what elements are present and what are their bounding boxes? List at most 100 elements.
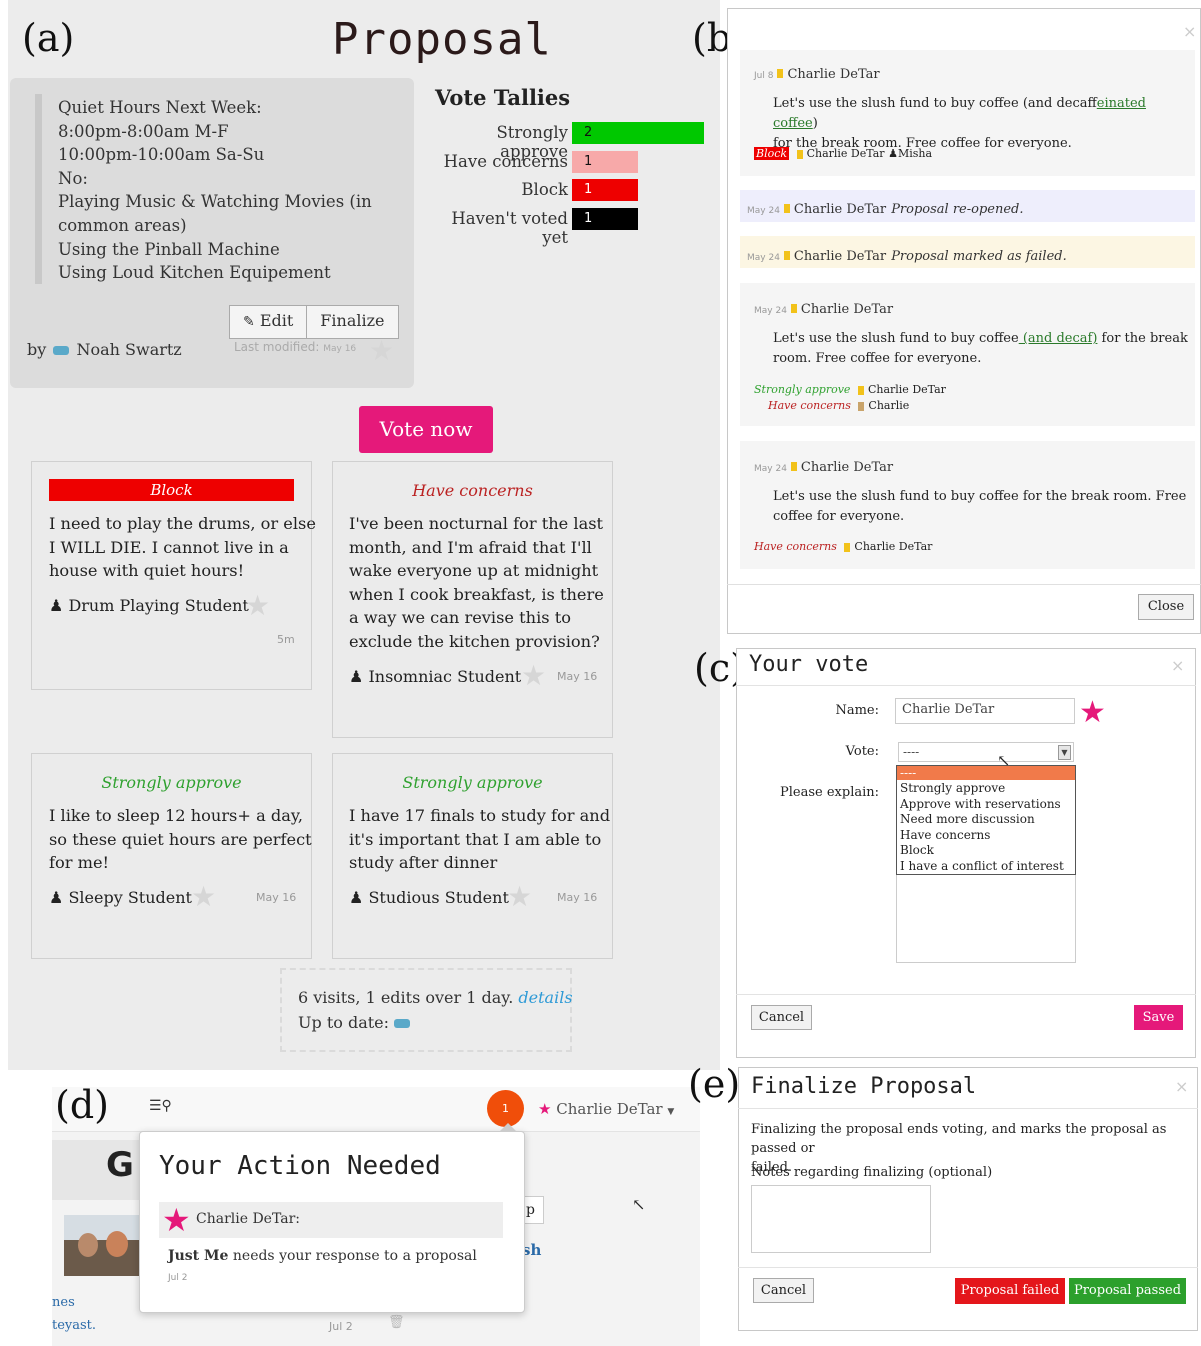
proposal-failed-button[interactable]: Proposal failed <box>955 1278 1065 1304</box>
vote-now-button[interactable]: Vote now <box>359 406 493 453</box>
author-name[interactable]: Noah Swartz <box>76 340 181 359</box>
card-line: a way we can revise this to <box>349 608 571 627</box>
chevron-down-icon: ▼ <box>1058 745 1071 760</box>
tally-bar: 2 <box>572 122 704 144</box>
vote-badge-block: Block <box>754 147 790 160</box>
star-icon[interactable]: ★ <box>245 592 270 620</box>
history-entry-header: May 24 Charlie DeTar <box>754 456 893 475</box>
stance-label-approve: Strongly approve <box>402 773 543 792</box>
name-label: Name: <box>835 703 879 718</box>
proposal-passed-button[interactable]: Proposal passed <box>1069 1278 1186 1304</box>
action-item-text[interactable]: Just Me needs your response to a proposa… <box>168 1248 477 1264</box>
card-text: I have 17 finals to study for and it's i… <box>349 804 610 875</box>
history-entry-text: Let's use the slush fund to buy coffee (… <box>773 94 1188 154</box>
figure-label-d: (d) <box>55 1083 109 1127</box>
explain-textarea[interactable] <box>896 875 1076 963</box>
cancel-button[interactable]: Cancel <box>753 1278 814 1303</box>
group-photo <box>64 1215 142 1276</box>
star-icon[interactable]: ★ <box>507 883 532 911</box>
avatar-icon <box>790 462 797 471</box>
action-item-message: needs your response to a proposal <box>228 1248 477 1264</box>
voter-name[interactable]: Charlie DeTar <box>868 383 946 396</box>
card-time: May 16 <box>256 891 297 904</box>
notes-textarea[interactable] <box>751 1185 931 1253</box>
entry-date: Jul 8 <box>754 71 774 81</box>
figure-label-e: (e) <box>688 1062 741 1106</box>
notes-label: Notes regarding finalizing (optional) <box>751 1165 993 1180</box>
proposal-line: 10:00pm-10:00am Sa-Su <box>58 145 265 165</box>
popover-arrow <box>499 1123 517 1132</box>
entry-user[interactable]: Charlie DeTar <box>801 302 893 317</box>
vote-option[interactable]: Strongly approve <box>897 781 1075 796</box>
voter-name[interactable]: Charlie DeTar <box>854 540 932 553</box>
star-icon[interactable]: ★ <box>521 662 546 690</box>
by-label: by <box>27 340 47 359</box>
card-line: month, and I'm afraid that I'll <box>349 537 592 557</box>
card-line: house with quiet hours! <box>49 561 245 580</box>
vote-option[interactable]: I have a conflict of interest <box>897 859 1075 874</box>
modal-footer-divider <box>738 1267 1198 1268</box>
card-author-name[interactable]: Insomniac Student <box>368 667 521 686</box>
bg-link[interactable]: teyast. <box>52 1318 96 1333</box>
stance-badge-block: Block <box>49 479 294 501</box>
user-menu[interactable]: ★ Charlie DeTar ▼ <box>538 1100 674 1118</box>
entry-date: May 24 <box>754 464 787 474</box>
entry-text: ) <box>812 116 818 131</box>
edit-button[interactable]: ✎ Edit <box>230 306 306 338</box>
card-line: for me! <box>49 853 110 872</box>
entry-line: Let's use the slush fund to buy coffee (… <box>773 329 1188 349</box>
voter-name[interactable]: Misha <box>898 147 932 160</box>
card-line: I WILL DIE. I cannot live in a <box>49 537 289 557</box>
bg-date: Jul 2 <box>329 1320 353 1333</box>
trash-icon[interactable]: 🗑 <box>388 1315 405 1330</box>
card-time: May 16 <box>557 670 598 683</box>
close-icon[interactable]: × <box>1171 656 1184 675</box>
vote-option[interactable]: Have concerns <box>897 828 1075 843</box>
card-text: I need to play the drums, or else I WILL… <box>49 512 316 583</box>
card-author-name[interactable]: Drum Playing Student <box>68 596 248 615</box>
vote-option[interactable]: Block <box>897 843 1075 858</box>
vote-select[interactable]: ---- ▼ <box>898 742 1074 762</box>
history-entry-header: May 24 Charlie DeTar <box>754 298 893 317</box>
entry-user[interactable]: Charlie DeTar <box>787 67 879 82</box>
tally-bar: 1 <box>572 150 638 173</box>
close-button[interactable]: Close <box>1138 594 1194 620</box>
proposal-line: Playing Music & Watching Movies (in <box>58 192 372 212</box>
user-icon: ♟ <box>349 667 364 686</box>
star-icon[interactable]: ★ <box>191 883 216 911</box>
entry-user[interactable]: Charlie DeTar <box>794 202 886 217</box>
save-button[interactable]: Save <box>1134 1005 1183 1030</box>
star-icon[interactable]: ★ <box>369 337 394 365</box>
cancel-button[interactable]: Cancel <box>751 1005 812 1030</box>
card-line: I have 17 finals to study for and <box>349 806 611 825</box>
action-needed-title: Your Action Needed <box>159 1151 441 1181</box>
voter-name[interactable]: Charlie <box>868 399 909 412</box>
close-icon[interactable]: × <box>1183 22 1196 41</box>
card-author-name[interactable]: Sleepy Student <box>68 888 192 907</box>
name-field[interactable]: Charlie DeTar <box>895 698 1075 724</box>
up-to-date: Up to date: <box>298 1013 411 1032</box>
entry-user[interactable]: Charlie DeTar <box>794 249 886 264</box>
caret-down-icon: ▼ <box>667 1107 675 1117</box>
close-icon[interactable]: × <box>1175 1077 1188 1096</box>
proposal-line: Using Loud Kitchen Equipement <box>58 263 331 283</box>
bg-link[interactable]: nes <box>52 1295 75 1310</box>
vote-option[interactable]: Approve with reservations <box>897 797 1075 812</box>
entry-line: coffee for everyone. <box>773 509 905 524</box>
entry-user[interactable]: Charlie DeTar <box>801 460 893 475</box>
card-time: 5m <box>277 633 295 646</box>
notification-badge[interactable]: 1 <box>487 1090 524 1127</box>
action-item-date: Jul 2 <box>168 1273 188 1283</box>
finalize-title: Finalize Proposal <box>751 1074 977 1099</box>
visit-summary: 6 visits, 1 edits over 1 day. <box>298 988 514 1007</box>
vote-option[interactable]: ---- <box>897 766 1075 780</box>
vote-option[interactable]: Need more discussion <box>897 812 1075 827</box>
menu-search-icon[interactable]: ☰⚲ <box>149 1098 172 1114</box>
card-line: when I cook breakfast, is there <box>349 584 604 604</box>
voter-name[interactable]: Charlie DeTar <box>807 147 885 160</box>
card-line: I've been nocturnal for the last <box>349 514 604 533</box>
details-link[interactable]: details <box>518 988 572 1007</box>
avatar-icon <box>777 69 784 78</box>
card-author-name[interactable]: Studious Student <box>368 888 508 907</box>
action-item-user[interactable]: Charlie DeTar: <box>196 1211 300 1227</box>
